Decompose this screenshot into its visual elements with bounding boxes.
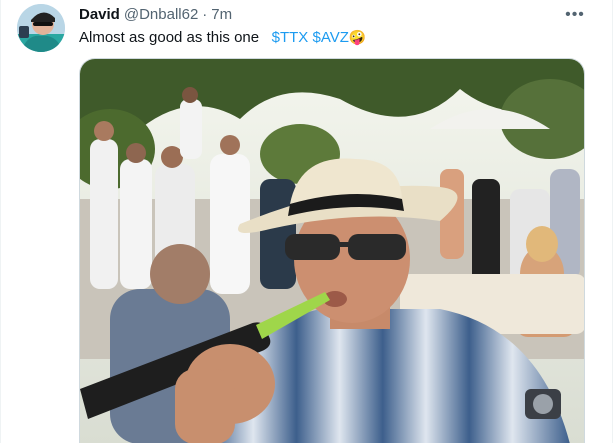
zany-face-emoji: 🤪 (348, 29, 367, 45)
avatar-image (17, 4, 65, 52)
tweet-timestamp[interactable]: 7m (211, 5, 232, 25)
ellipsis-icon: ••• (565, 6, 585, 23)
author-handle[interactable]: @Dnball62 (124, 5, 198, 25)
separator-dot: · (202, 6, 208, 23)
more-options-button[interactable]: ••• (560, 4, 590, 26)
avatar[interactable] (17, 4, 65, 52)
tweet-card[interactable]: David @Dnball62 · 7m ••• Almost as good … (0, 0, 613, 443)
tweet-photo[interactable] (79, 58, 585, 443)
author-name[interactable]: David (79, 5, 120, 25)
cashtag-ttx[interactable]: $TTX (272, 29, 309, 46)
tweet-header: David @Dnball62 · 7m (79, 5, 552, 25)
tweet-body: Almost as good as this one (79, 29, 260, 46)
cashtag-avz[interactable]: $AVZ (312, 29, 348, 46)
photo-image (80, 59, 584, 443)
tweet-text: Almost as good as this one $TTX $AVZ🤪 (79, 27, 592, 48)
